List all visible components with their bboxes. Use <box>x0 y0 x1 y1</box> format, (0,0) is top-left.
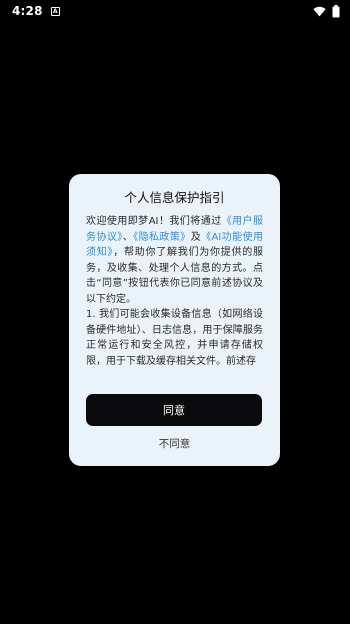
status-time: 4:28 <box>12 4 43 18</box>
battery-icon <box>332 4 340 17</box>
status-bar: 4:28 A <box>0 0 350 22</box>
status-right <box>313 4 340 18</box>
intro-prefix: 欢迎使用即梦AI！我们将通过 <box>86 216 222 227</box>
dialog-body[interactable]: 欢迎使用即梦AI！我们将通过《用户服务协议》、《隐私政策》及《AI功能使用须知》… <box>86 214 263 380</box>
dialog-title: 个人信息保护指引 <box>124 190 225 205</box>
notification-icon: A <box>50 6 60 16</box>
wifi-icon <box>313 6 326 16</box>
disagree-button[interactable]: 不同意 <box>69 436 280 452</box>
privacy-dialog: 个人信息保护指引 欢迎使用即梦AI！我们将通过《用户服务协议》、《隐私政策》及《… <box>69 174 280 466</box>
separator-text: 、 <box>122 231 134 243</box>
status-left: 4:28 A <box>12 4 60 18</box>
item-1-paragraph: 1. 我们可能会收集设备信息（如网络设备硬件地址）、日志信息，用于保障服务正常运… <box>86 309 263 367</box>
intro-suffix: ，帮助你了解我们为你提供的服务，及收集、处理个人信息的方式。点击“同意”按钮代表… <box>86 247 263 305</box>
agree-button[interactable]: 同意 <box>86 394 262 426</box>
intro-paragraph: 欢迎使用即梦AI！我们将通过《用户服务协议》、《隐私政策》及《AI功能使用须知》… <box>86 214 263 307</box>
privacy-policy-link[interactable]: 《隐私政策》 <box>133 232 191 243</box>
and-text: 及 <box>190 231 202 243</box>
screen: 4:28 A 个人信息保护指引 欢迎使用即梦AI！我们将通过《用户服务协议》、《… <box>0 0 350 624</box>
